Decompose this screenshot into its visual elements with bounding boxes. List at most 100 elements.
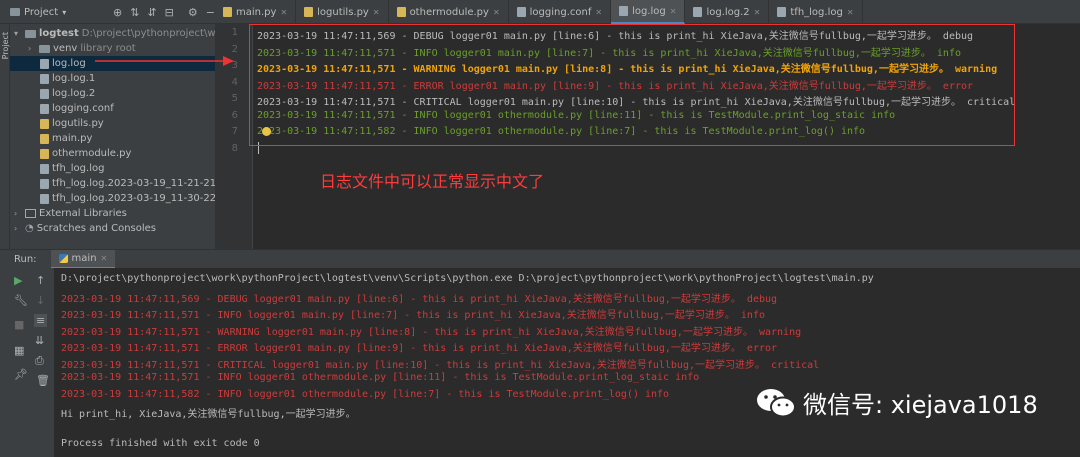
tree-external-libraries[interactable]: › External Libraries <box>14 206 127 221</box>
run-toolbar: ▶ 🔧︎ ■ ▦ 📌︎ ↑ ↓ ≡ ⇊ ⎙ 🗑︎ <box>0 268 54 457</box>
tab-logutils-py[interactable]: logutils.py ✕ <box>296 0 389 24</box>
log-line: 2023-03-19 11:47:11,569 - DEBUG logger01… <box>257 31 974 42</box>
tree-file-label: log.log.2 <box>52 88 96 99</box>
editor-content[interactable]: 2023-03-19 11:47:11,569 - DEBUG logger01… <box>253 24 1080 249</box>
tab-label: log.log.2 <box>706 6 750 18</box>
tree-file[interactable]: logutils.py <box>40 116 104 131</box>
editor-tabs: main.py ✕ logutils.py ✕ othermodule.py ✕ loggi… <box>215 0 863 24</box>
arrow-up-icon[interactable]: ↑ <box>36 274 45 287</box>
tab-tfh_log-log[interactable]: tfh_log.log ✕ <box>769 0 863 24</box>
rerun-icon[interactable]: ▶ <box>14 274 22 287</box>
project-tools: ⊕ ⇅ ⇵ ⊟ ⚙ − <box>113 0 215 24</box>
tree-file-label: tfh_log.log.2023-03-19_11-21-21 <box>52 178 217 189</box>
log-line: 2023-03-19 11:47:11,571 - INFO logger01 … <box>257 109 896 121</box>
tab-log-log[interactable]: log.log ✕ <box>611 0 686 24</box>
minimize-icon[interactable]: − <box>206 6 215 19</box>
tree-file[interactable]: logging.conf <box>40 101 114 116</box>
wechat-id: 微信号: xiejava1018 <box>803 391 1038 419</box>
tree-file[interactable]: othermodule.py <box>40 146 131 161</box>
tree-file[interactable]: tfh_log.log.2023-03-19_11-21-21 <box>40 176 216 191</box>
console-line: 2023-03-19 11:47:11,571 - WARNING logger… <box>61 326 802 338</box>
wechat-icon <box>755 386 797 420</box>
tool-window-strip: Project <box>0 24 10 249</box>
file-icon <box>619 6 629 16</box>
file-icon <box>40 193 49 204</box>
close-icon[interactable]: ✕ <box>373 8 380 17</box>
console-line: Hi print_hi, XieJava,关注微信号fullbug,一起学习进步… <box>61 409 356 420</box>
tab-label: logutils.py <box>317 6 369 18</box>
tree-venv[interactable]: › venv library root <box>28 41 136 56</box>
text-caret <box>258 142 259 154</box>
bulb-icon <box>262 127 271 136</box>
annotation-note: 日志文件中可以正常显示中文了 <box>320 172 545 191</box>
run-console[interactable]: D:\project\pythonproject\work\pythonProj… <box>54 268 1080 457</box>
scratches-icon: ◔ <box>25 223 34 234</box>
tree-file[interactable]: tfh_log.log <box>40 161 104 176</box>
project-strip-label[interactable]: Project <box>1 32 10 59</box>
tab-log-log-2[interactable]: log.log.2 ✕ <box>685 0 770 24</box>
chevron-right-icon: › <box>14 209 18 218</box>
close-icon[interactable]: ✕ <box>101 254 108 263</box>
console-line: Process finished with exit code 0 <box>61 438 260 449</box>
hide-icon[interactable]: ⊟ <box>165 6 174 19</box>
folder-icon <box>39 44 50 53</box>
scroll-end-icon[interactable]: ⇊ <box>35 334 44 347</box>
file-icon <box>40 88 49 99</box>
layout-icon[interactable]: ▦ <box>14 344 24 357</box>
close-icon[interactable]: ✕ <box>280 8 287 17</box>
wrench-icon[interactable]: 🔧︎ <box>14 294 28 307</box>
tree-external-label: External Libraries <box>39 208 127 219</box>
tree-root[interactable]: ▾ logtest D:\project\pythonproject\work <box>14 26 232 41</box>
tree-file[interactable]: log.log.1 <box>40 71 95 86</box>
folder-icon <box>25 29 36 38</box>
line-number: 6 <box>231 109 238 121</box>
console-line: 2023-03-19 11:47:11,571 - CRITICAL logge… <box>61 359 820 371</box>
tab-logging-conf[interactable]: logging.conf ✕ <box>509 0 612 24</box>
file-icon <box>777 7 787 17</box>
tab-othermodule-py[interactable]: othermodule.py ✕ <box>389 0 509 24</box>
tab-main-py[interactable]: main.py ✕ <box>215 0 297 24</box>
log-line: 2023-03-19 11:47:11,571 - CRITICAL logge… <box>257 97 1016 108</box>
tree-file[interactable]: log.log.2 <box>40 86 95 101</box>
chevron-down-icon: ▾ <box>14 29 19 38</box>
file-icon <box>304 7 314 17</box>
tree-scratches[interactable]: › ◔ Scratches and Consoles <box>14 221 156 236</box>
add-icon[interactable]: ⊕ <box>113 6 122 19</box>
close-icon[interactable]: ✕ <box>847 8 854 17</box>
close-icon[interactable]: ✕ <box>493 8 500 17</box>
tree-file[interactable]: main.py <box>40 131 92 146</box>
log-line: 2023-03-19 11:47:11,582 - INFO logger01 … <box>257 126 866 137</box>
tree-file[interactable]: tfh_log.log.2023-03-19_11-30-22 <box>40 191 216 206</box>
gear-icon[interactable]: ⚙ <box>188 6 198 19</box>
stop-icon[interactable]: ■ <box>14 318 24 331</box>
tree-file-label: othermodule.py <box>52 148 132 159</box>
tab-label: main.py <box>236 6 277 18</box>
file-icon <box>40 103 49 114</box>
line-number: 2 <box>231 43 238 55</box>
print-icon[interactable]: ⎙ <box>35 354 44 368</box>
run-panel-header: Run: main ✕ <box>0 249 1080 269</box>
red-arrow-icon <box>95 56 234 66</box>
library-icon <box>25 209 36 218</box>
file-icon <box>40 58 49 69</box>
console-line: 2023-03-19 11:47:11,571 - INFO logger01 … <box>61 310 765 321</box>
trash-icon[interactable]: 🗑︎ <box>36 374 50 387</box>
close-icon[interactable]: ✕ <box>754 8 761 17</box>
file-icon <box>40 118 49 129</box>
close-icon[interactable]: ✕ <box>595 8 602 17</box>
file-icon <box>40 178 49 189</box>
run-tab-main[interactable]: main ✕ <box>50 249 116 269</box>
pin-icon[interactable]: 📌︎ <box>14 368 28 381</box>
file-icon <box>223 7 232 17</box>
expand-icon[interactable]: ⇵ <box>147 6 156 19</box>
soft-wrap-icon[interactable]: ≡ <box>34 314 48 327</box>
close-icon[interactable]: ✕ <box>670 7 677 16</box>
tree-root-name: logtest <box>39 28 79 39</box>
tree-file-label: log.log.1 <box>52 73 96 84</box>
file-icon <box>40 148 49 159</box>
console-line: 2023-03-19 11:47:11,571 - ERROR logger01… <box>61 343 778 354</box>
tree-file-label: tfh_log.log <box>52 163 105 174</box>
collapse-icon[interactable]: ⇅ <box>130 6 139 19</box>
line-number: 8 <box>231 142 238 154</box>
arrow-down-icon[interactable]: ↓ <box>36 294 45 307</box>
